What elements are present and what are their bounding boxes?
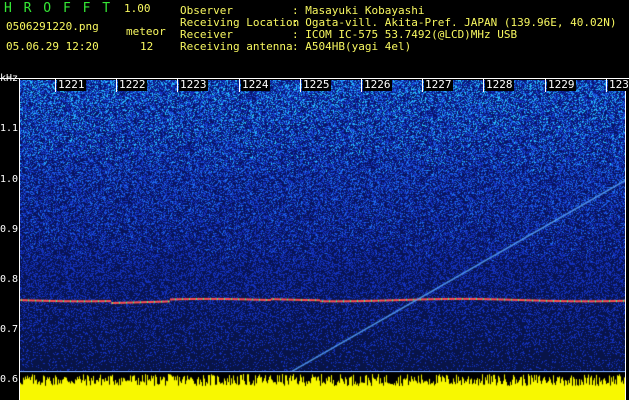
y-tick-label: 1.0 [0, 174, 19, 185]
right-border [625, 78, 626, 400]
y-tick-label: 0.7 [0, 324, 19, 335]
antenna-label: Receiving antenna [180, 40, 293, 53]
time-tick-label: 1222 [118, 78, 147, 91]
y-tick-label: 0.8 [0, 274, 19, 285]
time-tick-label: 1227 [424, 78, 453, 91]
time-tick-label: 1230 [608, 79, 629, 91]
y-tick-label: 0.9 [0, 224, 19, 235]
time-tick-label: 1223 [179, 78, 208, 91]
time-tick [300, 78, 301, 92]
time-tick [177, 78, 178, 92]
meteor-label: meteor [126, 25, 166, 38]
version-label: 1.00 [124, 2, 151, 15]
y-tick-label: 1.1 [0, 123, 19, 134]
y-tick-label: 0.6 [0, 374, 19, 385]
time-tick-label: 1225 [302, 78, 331, 91]
time-tick [361, 78, 362, 92]
time-tick-label: 1229 [547, 78, 576, 91]
app-logo: H R O F F T [4, 1, 113, 16]
meteor-count: 12 [140, 40, 154, 53]
time-tick [483, 78, 484, 92]
signal-level-bar [20, 371, 625, 400]
time-tick-label: 1226 [363, 78, 392, 91]
hroft-display: { "header": { "logo_text": "H R O F F T"… [0, 0, 629, 400]
time-tick [55, 78, 56, 92]
time-tick [606, 78, 607, 92]
spectrogram-canvas [20, 80, 625, 371]
time-tick-label: 1228 [485, 78, 514, 91]
time-tick [239, 78, 240, 92]
time-tick [545, 78, 546, 92]
y-axis-unit: kHz [0, 73, 19, 84]
datetime-label: 05.06.29 12:20 [6, 40, 99, 53]
antenna-value: : A504HB(yagi 4el) [292, 40, 412, 53]
time-tick-label: 1224 [241, 78, 270, 91]
time-tick [116, 78, 117, 92]
filename-label: 0506291220.png [6, 20, 99, 33]
time-tick [422, 78, 423, 92]
time-tick-label: 1221 [57, 78, 86, 91]
